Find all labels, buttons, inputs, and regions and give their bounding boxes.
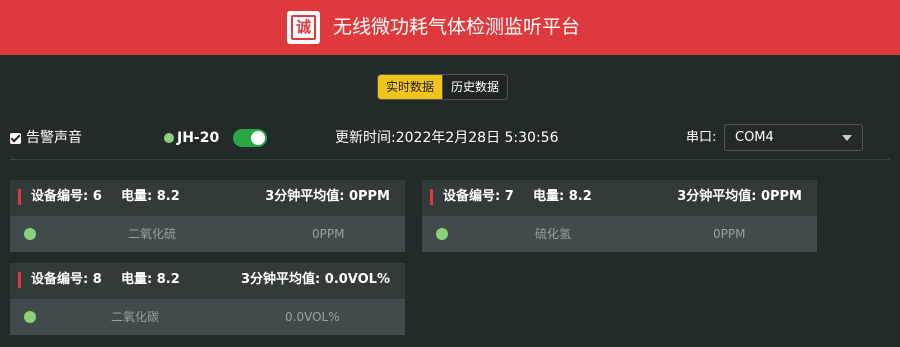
gas-status-dot bbox=[24, 228, 36, 240]
card-header: 设备编号: 8 电量: 8.2 3分钟平均值: 0.0VOL% bbox=[10, 263, 405, 299]
gas-status-dot bbox=[24, 311, 36, 323]
gas-row: 硫化氢 0PPM bbox=[422, 217, 817, 252]
toggle-knob bbox=[251, 131, 265, 145]
logo-mark: 诚 bbox=[291, 15, 316, 40]
toolbar: 告警声音 JH-20 更新时间:2022年2月28日 5:30:56 串口: C… bbox=[0, 120, 900, 158]
update-time: 更新时间:2022年2月28日 5:30:56 bbox=[335, 130, 559, 146]
gas-name: 硫化氢 bbox=[535, 227, 572, 241]
sensor-card: 设备编号: 7 电量: 8.2 3分钟平均值: 0PPM 硫化氢 0PPM bbox=[422, 180, 817, 252]
logo-icon: 诚 bbox=[287, 11, 320, 44]
card-accent-bar bbox=[18, 189, 21, 205]
device-toggle[interactable] bbox=[233, 129, 267, 147]
device-number: 设备编号: 6 bbox=[31, 189, 102, 204]
device-number: 设备编号: 7 bbox=[443, 189, 514, 204]
three-minute-average: 3分钟平均值: 0PPM bbox=[677, 189, 802, 204]
card-header: 设备编号: 6 电量: 8.2 3分钟平均值: 0PPM bbox=[10, 180, 405, 216]
three-minute-average: 3分钟平均值: 0PPM bbox=[265, 189, 390, 204]
port-value: COM4 bbox=[735, 130, 774, 145]
app-title: 无线微功耗气体检测监听平台 bbox=[333, 16, 581, 38]
gas-value: 0.0VOL% bbox=[285, 310, 340, 324]
tab-realtime-data[interactable]: 实时数据 bbox=[378, 75, 443, 99]
device-number: 设备编号: 8 bbox=[31, 272, 102, 287]
card-header: 设备编号: 7 电量: 8.2 3分钟平均值: 0PPM bbox=[422, 180, 817, 216]
alarm-sound-checkbox[interactable] bbox=[10, 133, 21, 144]
gas-row: 二氧化硫 0PPM bbox=[10, 217, 405, 252]
port-select[interactable]: COM4 bbox=[724, 124, 863, 151]
battery-level: 电量: 8.2 bbox=[121, 189, 180, 204]
divider bbox=[10, 159, 890, 160]
gas-value: 0PPM bbox=[713, 227, 746, 241]
view-tabs: 实时数据 历史数据 bbox=[377, 74, 509, 100]
gas-status-dot bbox=[436, 228, 448, 240]
alarm-sound-label[interactable]: 告警声音 bbox=[26, 128, 82, 148]
gas-name: 二氧化硫 bbox=[128, 227, 177, 241]
gas-value: 0PPM bbox=[312, 227, 345, 241]
battery-level: 电量: 8.2 bbox=[533, 189, 592, 204]
gas-name: 二氧化碳 bbox=[111, 310, 160, 324]
gas-row: 二氧化碳 0.0VOL% bbox=[10, 300, 405, 335]
device-status-dot bbox=[164, 133, 174, 143]
port-label: 串口: bbox=[686, 130, 717, 145]
three-minute-average: 3分钟平均值: 0.0VOL% bbox=[241, 272, 390, 287]
card-accent-bar bbox=[430, 189, 433, 205]
card-accent-bar bbox=[18, 272, 21, 288]
sensor-card: 设备编号: 6 电量: 8.2 3分钟平均值: 0PPM 二氧化硫 0PPM bbox=[10, 180, 405, 252]
app-header: 诚 无线微功耗气体检测监听平台 bbox=[0, 0, 900, 55]
tab-history-data[interactable]: 历史数据 bbox=[442, 75, 508, 99]
chevron-down-icon bbox=[842, 135, 852, 141]
sensor-card: 设备编号: 8 电量: 8.2 3分钟平均值: 0.0VOL% 二氧化碳 0.0… bbox=[10, 263, 405, 335]
device-id: JH-20 bbox=[177, 130, 220, 146]
battery-level: 电量: 8.2 bbox=[121, 272, 180, 287]
